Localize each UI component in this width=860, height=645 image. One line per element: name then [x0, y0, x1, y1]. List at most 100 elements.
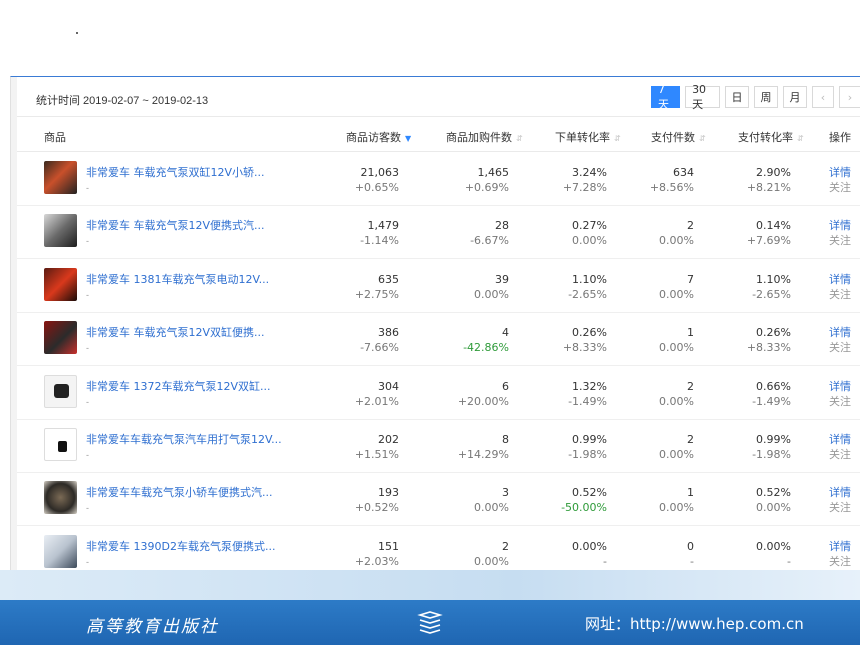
header-paid-items[interactable]: 支付件数 ⇵ — [651, 129, 706, 145]
follow-link[interactable]: 关注 — [829, 181, 851, 195]
cart-cell: 28 -6.67% — [470, 219, 509, 248]
order-rate-cell: 0.52% -50.00% — [561, 486, 607, 515]
paid-items-cell: 2 0.00% — [659, 379, 694, 408]
row-actions: 详情 关注 — [829, 540, 851, 569]
order-rate-cell: 0.00% - — [572, 539, 607, 568]
detail-link[interactable]: 详情 — [829, 273, 851, 287]
product-thumbnail[interactable] — [44, 481, 77, 515]
slide-top-area — [0, 0, 860, 76]
product-name-link[interactable]: 非常爱车 1390D2车载充气泵便携式... — [86, 538, 275, 554]
range-week-button[interactable]: 周 — [754, 86, 778, 108]
detail-link[interactable]: 详情 — [829, 166, 851, 180]
cart-cell: 39 0.00% — [474, 272, 509, 301]
table-row: 非常爱车车载充气泵汽车用打气泵12V... - 202 +1.51% 8 +14.29% 0… — [11, 420, 860, 473]
range-7-days-button[interactable]: 7天 — [651, 83, 681, 111]
pay-rate-cell: 0.14% +7.69% — [746, 219, 791, 248]
header-pay-rate[interactable]: 支付转化率 ⇵ — [738, 129, 804, 145]
order-rate-cell: 1.10% -2.65% — [568, 272, 607, 301]
paid-items-cell: 0- — [687, 539, 694, 568]
cart-cell: 2 0.00% — [474, 539, 509, 568]
range-month-button[interactable]: 月 — [783, 86, 807, 108]
visitors-cell: 202 +1.51% — [354, 433, 399, 461]
order-rate-cell: 0.27% 0.00% — [572, 219, 607, 248]
pay-rate-cell: 0.66% -1.49% — [752, 379, 791, 408]
cart-cell: 1,465 +0.69% — [464, 166, 509, 194]
sort-icon[interactable]: ⇵ — [516, 134, 523, 143]
chevron-right-icon[interactable]: › — [839, 86, 860, 108]
chevron-left-icon[interactable]: ‹ — [812, 86, 834, 108]
paid-items-cell: 1 0.00% — [659, 486, 694, 515]
product-thumbnail[interactable] — [44, 214, 77, 248]
product-sub-value: - — [86, 343, 89, 354]
detail-link[interactable]: 详情 — [829, 326, 851, 340]
follow-link[interactable]: 关注 — [829, 288, 851, 302]
range-day-button[interactable]: 日 — [725, 86, 749, 108]
sort-icon[interactable]: ⇵ — [699, 134, 706, 143]
sort-icon[interactable]: ⇵ — [797, 134, 804, 143]
follow-link[interactable]: 关注 — [829, 555, 851, 569]
follow-link[interactable]: 关注 — [829, 501, 851, 515]
website-url: 网址：http://www.hep.com.cn — [585, 615, 804, 633]
pay-rate-cell: 0.00% - — [756, 539, 791, 568]
detail-link[interactable]: 详情 — [829, 433, 851, 447]
stats-time-range: 统计时间 2019-02-07 ~ 2019-02-13 — [36, 95, 209, 107]
row-actions: 详情 关注 — [829, 273, 851, 302]
row-actions: 详情 关注 — [829, 219, 851, 248]
product-sub-value: - — [86, 289, 89, 300]
product-name-link[interactable]: 非常爱车车载充气泵小轿车便携式汽... — [86, 484, 273, 500]
scrollbar[interactable] — [11, 77, 17, 570]
product-thumbnail[interactable] — [44, 534, 77, 568]
product-sub-value: - — [86, 236, 89, 247]
table-row: 非常爱车 车载充气泵双缸12V小轿... - 21,063 +0.65% 1,465 +0… — [11, 153, 860, 206]
sort-icon[interactable]: ⇵ — [614, 134, 621, 143]
product-sub-value: - — [86, 556, 89, 567]
detail-link[interactable]: 详情 — [829, 380, 851, 394]
visitors-cell: 193 +0.52% — [354, 486, 399, 515]
visitors-cell: 635 +2.75% — [354, 272, 399, 301]
product-thumbnail[interactable] — [44, 428, 77, 461]
stats-toolbar: 统计时间 2019-02-07 ~ 2019-02-13 7天 30天 日 周 … — [11, 77, 860, 117]
table-row: 非常爱车 车载充气泵12V便携式汽... - 1,479 -1.14% 28 -6.67%… — [11, 206, 860, 260]
detail-link[interactable]: 详情 — [829, 486, 851, 500]
product-thumbnail[interactable] — [44, 374, 77, 408]
visitors-cell: 386 -7.66% — [360, 326, 399, 355]
visitors-cell: 304 +2.01% — [354, 379, 399, 408]
paid-items-cell: 2 0.00% — [659, 219, 694, 248]
sort-desc-icon[interactable]: ▼ — [405, 134, 411, 143]
detail-link[interactable]: 详情 — [829, 540, 851, 554]
row-actions: 详情 关注 — [829, 433, 851, 462]
detail-link[interactable]: 详情 — [829, 219, 851, 233]
product-name-link[interactable]: 非常爱车 1381车载充气泵电动12V... — [86, 271, 269, 287]
table-header: 商品 商品访客数 ▼ 商品加购件数 ⇵ 下单转化率 ⇵ 支付件数 ⇵ 支付转化率 ⇵ 操作 — [11, 118, 860, 152]
header-order-rate[interactable]: 下单转化率 ⇵ — [555, 129, 621, 145]
product-name-link[interactable]: 非常爱车 车载充气泵双缸12V小轿... — [86, 164, 265, 180]
header-visitors[interactable]: 商品访客数 ▼ — [346, 129, 411, 145]
product-thumbnail[interactable] — [44, 267, 77, 301]
cart-cell: 8 +14.29% — [457, 433, 509, 461]
follow-link[interactable]: 关注 — [829, 395, 851, 409]
follow-link[interactable]: 关注 — [829, 234, 851, 248]
product-name-link[interactable]: 非常爱车 1372车载充气泵12V双缸... — [86, 378, 271, 394]
pay-rate-cell: 0.26% +8.33% — [746, 326, 791, 355]
follow-link[interactable]: 关注 — [829, 448, 851, 462]
product-thumbnail[interactable] — [44, 321, 77, 355]
row-actions: 详情 关注 — [829, 326, 851, 355]
header-cart[interactable]: 商品加购件数 ⇵ — [446, 129, 523, 145]
table-row: 非常爱车 1390D2车载充气泵便携式... - 151 +2.03% 2 0.00% 0.… — [11, 527, 860, 570]
product-sub-value: - — [86, 396, 89, 407]
slide-footer: 高等教育出版社 网址：http://www.hep.com.cn — [0, 600, 860, 645]
row-actions: 详情 关注 — [829, 486, 851, 515]
follow-link[interactable]: 关注 — [829, 341, 851, 355]
pay-rate-cell: 1.10% -2.65% — [752, 272, 791, 301]
product-name-link[interactable]: 非常爱车 车载充气泵12V双缸便携... — [86, 324, 265, 340]
order-rate-cell: 0.99% -1.98% — [568, 433, 607, 461]
pay-rate-cell: 0.52% 0.00% — [756, 486, 791, 515]
product-name-link[interactable]: 非常爱车车载充气泵汽车用打气泵12V... — [86, 431, 282, 447]
header-ops: 操作 — [829, 131, 851, 144]
cart-cell: 3 0.00% — [474, 486, 509, 515]
product-sub-value: - — [86, 183, 89, 193]
product-name-link[interactable]: 非常爱车 车载充气泵12V便携式汽... — [86, 217, 265, 233]
table-row: 非常爱车车载充气泵小轿车便携式汽... - 193 +0.52% 3 0.00% 0.52%… — [11, 473, 860, 527]
product-thumbnail[interactable] — [44, 161, 77, 194]
range-30-days-button[interactable]: 30天 — [685, 83, 720, 111]
